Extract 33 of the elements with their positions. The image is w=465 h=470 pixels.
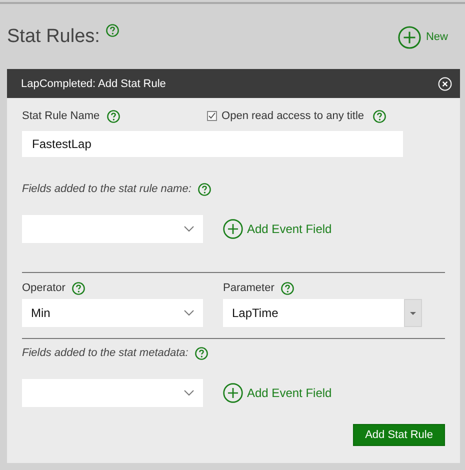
add-icon[interactable]: [223, 219, 243, 239]
help-icon[interactable]: [72, 282, 86, 294]
field-label: Operator: [22, 282, 66, 294]
event-field-dropdown[interactable]: [22, 215, 203, 243]
event-field-dropdown[interactable]: [22, 379, 203, 407]
dialog-title: LapCompleted: Add Stat Rule: [21, 78, 166, 90]
stat-rule-name-field[interactable]: FastestLap: [22, 131, 403, 157]
section-label: Fields added to the stat rule name:: [22, 183, 192, 195]
add-icon[interactable]: [398, 26, 421, 48]
help-icon[interactable]: [106, 110, 120, 122]
section-label: Fields added to the stat metadata:: [22, 347, 188, 359]
caret-icon: [410, 312, 416, 314]
chevron-down-icon: [184, 390, 194, 396]
help-icon[interactable]: [195, 346, 208, 360]
parameter-field[interactable]: LapTime: [223, 299, 404, 327]
new-button[interactable]: New: [398, 26, 448, 48]
help-icon[interactable]: [281, 282, 294, 294]
help-icon[interactable]: [198, 182, 212, 196]
field-label: Parameter: [223, 282, 274, 294]
add-stat-rule-button[interactable]: Add Stat Rule: [353, 424, 445, 446]
page-title: Stat Rules:: [7, 26, 100, 48]
chevron-down-icon: [184, 310, 194, 316]
field-label: Stat Rule Name: [22, 110, 100, 122]
close-icon[interactable]: [438, 76, 452, 90]
chevron-down-icon: [184, 226, 194, 232]
operator-dropdown[interactable]: Min: [22, 299, 203, 327]
help-icon[interactable]: [373, 110, 386, 122]
add-event-field-link[interactable]: Add Event Field: [247, 386, 332, 400]
help-icon[interactable]: [106, 24, 119, 37]
checkbox[interactable]: [206, 111, 217, 121]
add-icon[interactable]: [223, 383, 243, 403]
add-event-field-link[interactable]: Add Event Field: [247, 222, 332, 236]
checkbox-label: Open read access to any title: [222, 110, 364, 122]
